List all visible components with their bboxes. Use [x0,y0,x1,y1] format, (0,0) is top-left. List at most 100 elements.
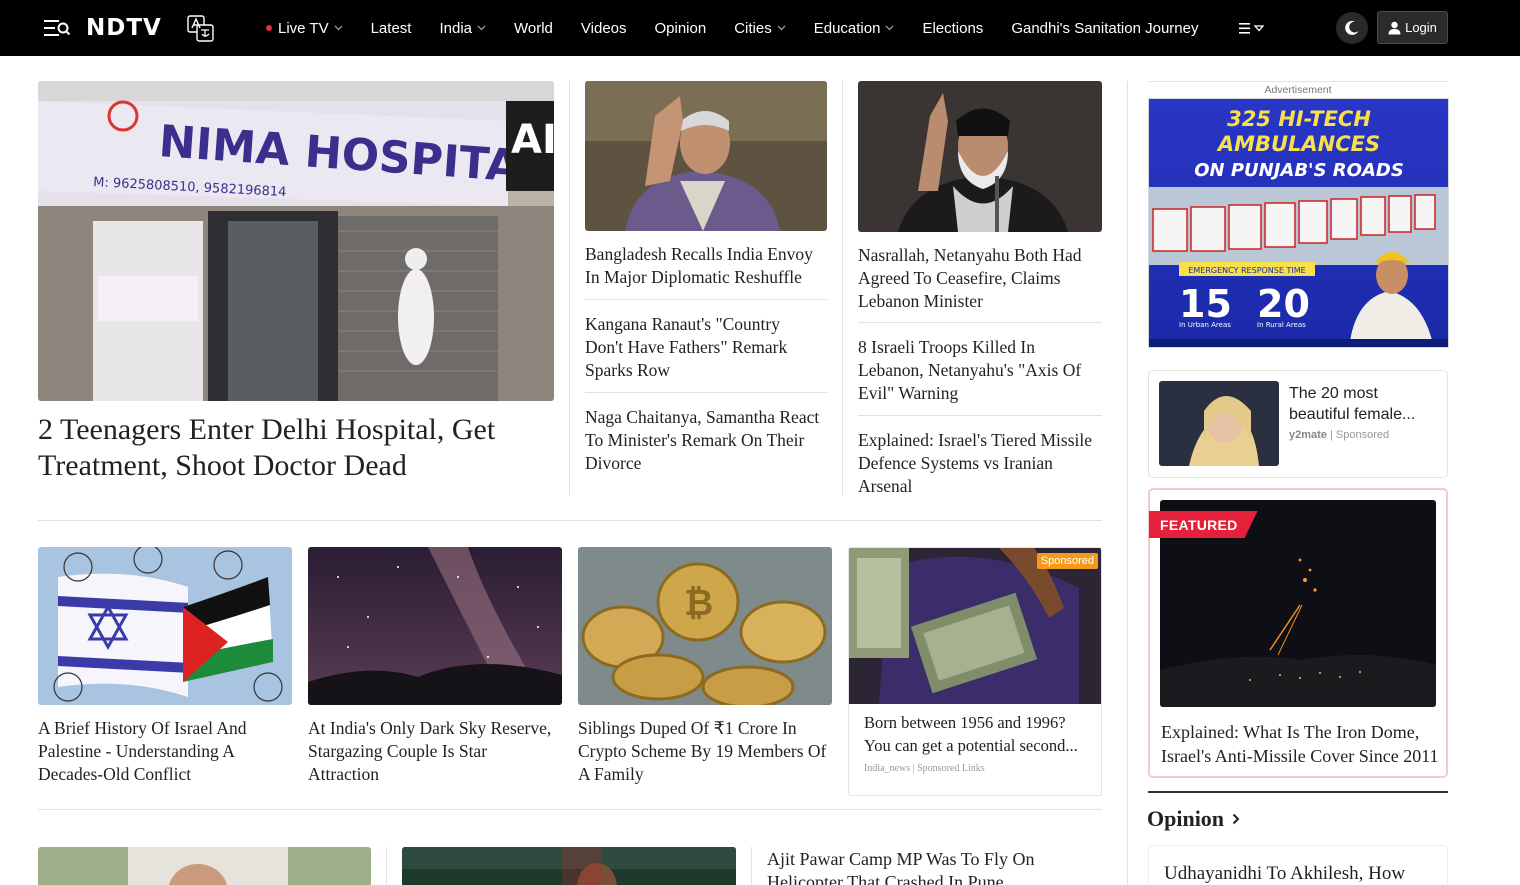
hero-headline[interactable]: 2 Teenagers Enter Delhi Hospital, Get Tr… [38,412,548,484]
featured-title[interactable]: Explained: What Is The Iron Dome, Israel… [1161,720,1441,768]
dark-mode-toggle[interactable] [1336,12,1368,44]
chevron-down-icon [886,25,894,31]
login-label: Login [1405,20,1437,35]
opinion-card[interactable]: Udhayanidhi To Akhilesh, How [1148,845,1448,885]
card-image-crypto[interactable]: ₿ [578,547,832,705]
section-divider [38,520,1102,521]
ndtv-logo[interactable]: NDTV [86,15,162,41]
nav-gandhi-sanitation-label: Gandhi's Sanitation Journey [1011,19,1199,37]
rail-top-rule [1148,81,1448,82]
nav-world[interactable]: World [514,20,553,37]
featured-card[interactable]: FEATURED Explained: What Is The Iron Dom… [1148,488,1448,778]
card-title-dark-sky[interactable]: At India's Only Dark Sky Reserve, Starga… [308,717,558,786]
headline-nasrallah-ceasefire[interactable]: Nasrallah, Netanyahu Both Had Agreed To … [858,244,1098,313]
ad-headline-2: AMBULANCES [1216,132,1380,156]
column-divider [751,847,752,885]
divider [858,322,1102,323]
nav-india[interactable]: India [439,20,486,37]
sports-photo [402,847,736,885]
top-navigation-bar: NDTV Live TV Latest India World Videos O… [0,0,1520,56]
nav-education-label: Education [813,19,881,37]
nav-live-tv-label: Live TV [278,19,329,37]
language-toggle-icon[interactable] [187,15,214,42]
hospital-photo: NIMA HOSPITAL M: 9625808510, 9582196814 … [38,81,554,401]
nav-videos-label: Videos [580,19,627,37]
card-image-israel-palestine[interactable] [38,547,292,705]
more-menu-icon[interactable] [1238,20,1266,36]
nav-videos[interactable]: Videos [581,20,627,37]
opinion-heading-label: Opinion [1147,806,1225,831]
section-divider [38,809,1102,810]
building-photo [38,847,371,885]
story-image-yunus[interactable] [585,81,827,231]
nav-elections[interactable]: Elections [922,20,983,37]
opinion-heading[interactable]: Opinion [1147,806,1240,832]
card-title-crypto-scheme[interactable]: Siblings Duped Of ₹1 Crore In Crypto Sch… [578,717,828,786]
opinion-first-title[interactable]: Udhayanidhi To Akhilesh, How [1164,862,1439,885]
svg-text:₿: ₿ [684,583,713,624]
advertisement-label: Advertisement [1264,84,1332,96]
y2mate-source: y2mate [1289,429,1327,441]
main-nav-links: Live TV Latest India World Videos Opinio… [266,0,1226,56]
ad-rural-value: 20 [1257,282,1310,326]
sponsored-source: India_news [864,763,911,774]
nav-gandhi-sanitation[interactable]: Gandhi's Sanitation Journey [1011,20,1198,37]
nav-education[interactable]: Education [814,20,895,37]
y2mate-thumbnail [1159,381,1279,466]
y2mate-meta: y2mate | Sponsored [1289,429,1389,441]
headline-israeli-troops[interactable]: 8 Israeli Troops Killed In Lebanon, Neta… [858,336,1098,405]
nasrallah-photo [858,81,1102,232]
night-sky-photo [308,547,562,705]
column-divider [569,81,570,495]
sponsored-badge: Sponsored [1036,553,1098,569]
chevron-down-icon [777,25,786,31]
y2mate-tag: Sponsored [1335,429,1390,441]
ad-headline-3: ON PUNJAB'S ROADS [1194,160,1404,181]
y2mate-title[interactable]: The 20 most beautiful female... [1289,383,1439,425]
sponsored-y2mate-card[interactable]: The 20 most beautiful female... y2mate |… [1148,370,1448,478]
chevron-right-icon [1232,813,1240,825]
column-divider [386,847,387,885]
headline-missile-defence[interactable]: Explained: Israel's Tiered Missile Defen… [858,429,1102,498]
chevron-down-icon [334,25,343,31]
nav-latest-label: Latest [370,19,412,37]
nav-opinion[interactable]: Opinion [655,20,707,37]
ad-urban-value: 15 [1179,282,1232,326]
card-title-israel-palestine[interactable]: A Brief History Of Israel And Palestine … [38,717,288,786]
bottom-story-image-1[interactable] [38,847,371,885]
nav-live-tv[interactable]: Live TV [266,20,343,37]
sponsored-title[interactable]: Born between 1956 and 1996? You can get … [864,711,1090,757]
headline-ajit-pawar-helicopter[interactable]: Ajit Pawar Camp MP Was To Fly On Helicop… [767,848,1102,885]
sponsored-tag: Sponsored Links [917,763,985,774]
ad-rural-label: In Rural Areas [1257,321,1306,329]
story-image-nasrallah[interactable] [858,81,1102,232]
flags-photo [38,547,292,705]
user-icon [1388,21,1401,34]
nav-latest[interactable]: Latest [371,20,412,37]
sponsored-card[interactable]: Sponsored Born between 1956 and 1996? Yo… [848,547,1102,796]
card-image-dark-sky[interactable] [308,547,562,705]
nav-opinion-label: Opinion [654,19,707,37]
svg-text:AI: AI [511,117,554,163]
ambulance-advertisement[interactable]: 325 HI-TECH AMBULANCES ON PUNJAB'S ROADS… [1148,98,1449,348]
menu-search-icon[interactable] [44,18,70,38]
nav-cities[interactable]: Cities [734,20,786,37]
ad-response-label: EMERGENCY RESPONSE TIME [1188,266,1305,275]
headline-bangladesh-envoy[interactable]: Bangladesh Recalls India Envoy In Major … [585,243,823,289]
divider [585,392,827,393]
yunus-photo [585,81,827,231]
headline-naga-chaitanya[interactable]: Naga Chaitanya, Samantha React To Minist… [585,406,827,475]
sponsored-meta: India_news | Sponsored Links [864,763,985,774]
moon-icon [1345,20,1359,35]
live-indicator-icon [266,25,272,31]
ambulance-ad-banner: 325 HI-TECH AMBULANCES ON PUNJAB'S ROADS… [1149,99,1448,347]
crypto-coins-photo: ₿ [578,547,832,705]
opinion-rule [1148,791,1448,793]
chevron-down-icon [477,25,486,31]
headline-kangana-remark[interactable]: Kangana Ranaut's "Country Don't Have Fat… [585,313,815,382]
divider [585,299,827,300]
bottom-story-image-2[interactable] [402,847,736,885]
login-button[interactable]: Login [1377,11,1448,44]
divider [858,415,1102,416]
hero-image[interactable]: NIMA HOSPITAL M: 9625808510, 9582196814 … [38,81,554,401]
